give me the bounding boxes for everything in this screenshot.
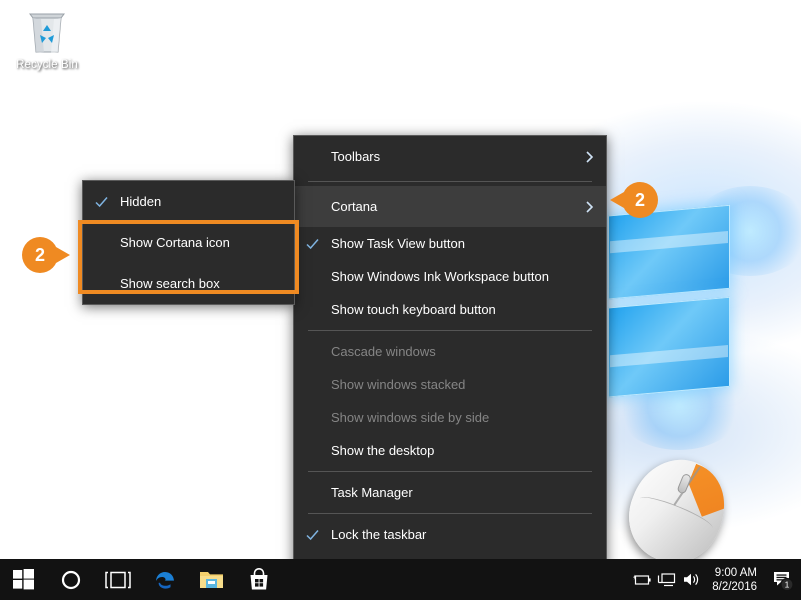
action-center-badge-count: 1 xyxy=(785,579,790,589)
volume-icon xyxy=(683,573,698,586)
clock-date: 8/2/2016 xyxy=(712,580,757,593)
start-button[interactable] xyxy=(0,559,47,600)
callout-badge-2-right-number: 2 xyxy=(634,190,645,210)
battery-icon-wrap[interactable] xyxy=(629,559,654,600)
menu-item-toolbars-label: Toolbars xyxy=(331,149,381,164)
taskbar[interactable]: 9:00 AM 8/2/2016 1 xyxy=(0,559,801,600)
menu-item-show-windows-ink-workspace-button-label: Show Windows Ink Workspace button xyxy=(331,269,549,284)
desktop[interactable]: Recycle Bin Toolbars Cortana Show Task V… xyxy=(0,0,801,600)
taskbar-context-menu[interactable]: Toolbars Cortana Show Task View button S… xyxy=(293,135,607,585)
submenu-item-show-search-box[interactable]: Show search box xyxy=(83,263,294,304)
volume-icon-wrap[interactable] xyxy=(679,559,704,600)
menu-item-task-manager[interactable]: Task Manager xyxy=(294,476,606,509)
menu-separator xyxy=(308,181,592,182)
chevron-right-icon xyxy=(586,150,594,163)
callout-badge-2-left-number: 2 xyxy=(34,245,45,265)
menu-item-show-windows-side-by-side: Show windows side by side xyxy=(294,401,606,434)
recycle-bin-label: Recycle Bin xyxy=(16,59,78,71)
submenu-item-hidden[interactable]: Hidden xyxy=(83,181,294,222)
menu-item-show-the-desktop[interactable]: Show the desktop xyxy=(294,434,606,467)
clock-time: 9:00 AM xyxy=(714,566,757,579)
submenu-item-show-search-box-label: Show search box xyxy=(120,276,220,291)
menu-item-show-windows-stacked-label: Show windows stacked xyxy=(331,377,466,392)
battery-icon xyxy=(632,574,651,585)
menu-item-lock-the-taskbar[interactable]: Lock the taskbar xyxy=(294,518,606,551)
folder-icon xyxy=(200,572,223,588)
store-button[interactable] xyxy=(235,559,282,600)
menu-item-toolbars[interactable]: Toolbars xyxy=(294,136,606,177)
menu-separator xyxy=(308,513,592,514)
system-tray[interactable]: 9:00 AM 8/2/2016 1 xyxy=(629,559,801,600)
submenu-item-show-cortana-icon[interactable]: Show Cortana icon xyxy=(83,222,294,263)
callout-badge-2-left: 2 xyxy=(22,237,70,273)
menu-item-show-touch-keyboard-button-label: Show touch keyboard button xyxy=(331,302,496,317)
menu-item-cortana-label: Cortana xyxy=(331,199,378,214)
menu-item-show-touch-keyboard-button[interactable]: Show touch keyboard button xyxy=(294,293,606,326)
windows-logo-icon xyxy=(13,569,34,590)
action-center-button[interactable]: 1 xyxy=(767,559,799,600)
network-icon xyxy=(658,573,676,587)
cortana-submenu[interactable]: Hidden Show Cortana icon Show search box xyxy=(82,180,295,305)
checkmark-icon xyxy=(306,238,319,249)
circle-icon xyxy=(61,570,80,589)
menu-item-cascade-windows: Cascade windows xyxy=(294,335,606,368)
menu-item-show-the-desktop-label: Show the desktop xyxy=(331,443,435,458)
edge-icon xyxy=(155,571,174,589)
file-explorer-button[interactable] xyxy=(188,559,235,600)
checkmark-icon xyxy=(306,529,319,540)
submenu-item-show-cortana-icon-label: Show Cortana icon xyxy=(120,235,230,250)
cortana-button[interactable] xyxy=(47,559,94,600)
submenu-item-hidden-label: Hidden xyxy=(120,194,162,209)
mouse-illustration xyxy=(614,445,740,577)
recycle-bin-icon xyxy=(29,13,65,53)
menu-item-show-windows-side-by-side-label: Show windows side by side xyxy=(331,410,490,425)
menu-separator xyxy=(308,471,592,472)
action-center-icon: 1 xyxy=(774,571,794,591)
store-bag-icon xyxy=(250,568,267,590)
menu-item-show-windows-ink-workspace-button[interactable]: Show Windows Ink Workspace button xyxy=(294,260,606,293)
callout-badge-2-right: 2 xyxy=(610,182,658,218)
menu-item-show-task-view-button-label: Show Task View button xyxy=(331,236,465,251)
menu-item-cascade-windows-label: Cascade windows xyxy=(331,344,436,359)
task-view-button[interactable] xyxy=(94,559,141,600)
clock[interactable]: 9:00 AM 8/2/2016 xyxy=(704,566,767,594)
menu-item-lock-the-taskbar-label: Lock the taskbar xyxy=(331,527,427,542)
menu-item-show-windows-stacked: Show windows stacked xyxy=(294,368,606,401)
edge-button[interactable] xyxy=(141,559,188,600)
task-view-icon xyxy=(104,571,131,588)
checkmark-icon xyxy=(95,196,108,207)
menu-separator xyxy=(308,330,592,331)
chevron-right-icon xyxy=(586,200,594,213)
windows-hero-logo xyxy=(608,204,733,401)
menu-item-task-manager-label: Task Manager xyxy=(331,485,413,500)
network-icon-wrap[interactable] xyxy=(654,559,679,600)
menu-item-show-task-view-button[interactable]: Show Task View button xyxy=(294,227,606,260)
menu-item-cortana[interactable]: Cortana xyxy=(294,186,606,227)
desktop-icon-recycle-bin[interactable]: Recycle Bin xyxy=(8,8,86,71)
